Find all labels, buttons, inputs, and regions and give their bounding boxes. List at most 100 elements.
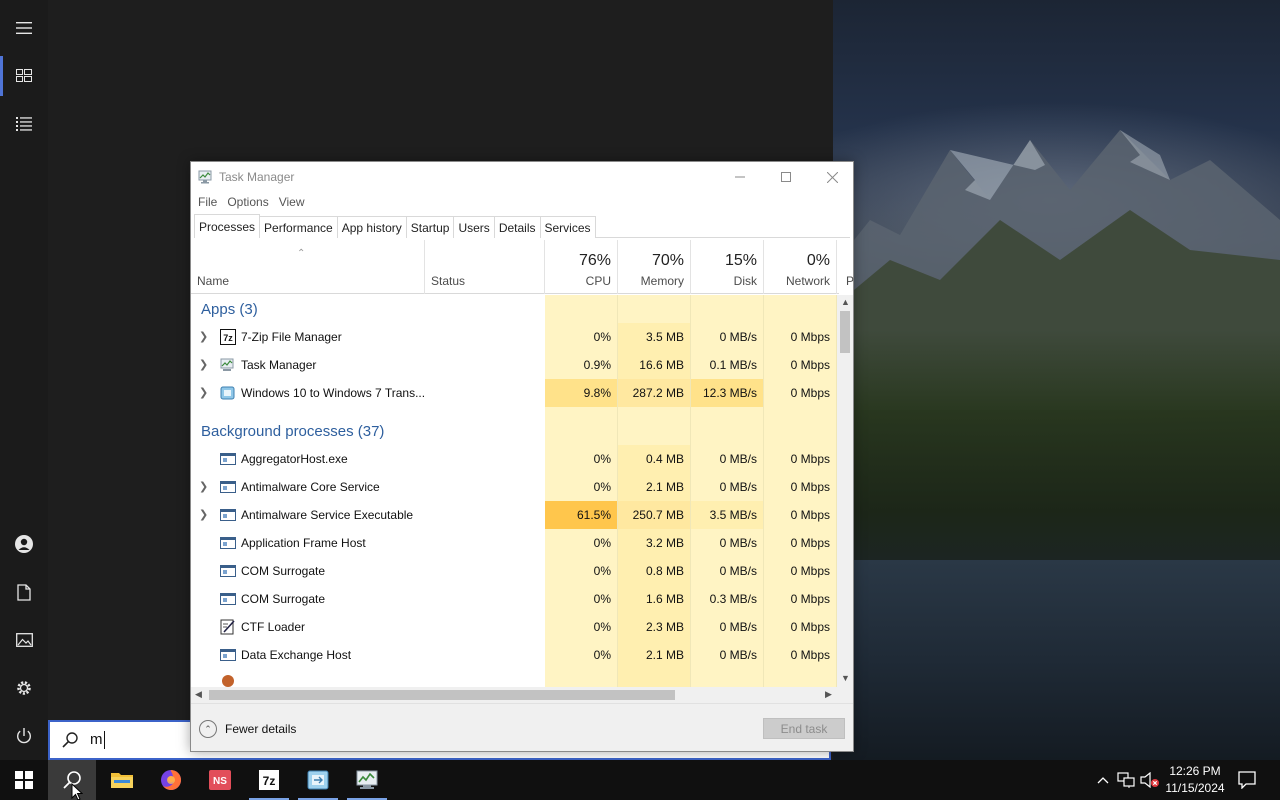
group-header-background[interactable]: Background processes (37) bbox=[191, 407, 837, 445]
scroll-right-icon[interactable]: ▶ bbox=[825, 689, 832, 700]
column-status-label: Status bbox=[431, 274, 466, 288]
end-task-button[interactable]: End task bbox=[763, 718, 845, 739]
close-button[interactable] bbox=[809, 162, 855, 192]
process-row[interactable]: Data Exchange Host 0% 2.1 MB 0 MB/s 0 Mb… bbox=[191, 641, 837, 669]
7zip-icon[interactable]: 7z bbox=[245, 760, 293, 800]
empty-cell bbox=[764, 295, 837, 323]
horizontal-scroll-thumb[interactable] bbox=[209, 690, 675, 700]
file-explorer-icon[interactable] bbox=[98, 760, 146, 800]
expand-chevron-icon[interactable]: ❯ bbox=[199, 386, 208, 399]
title-bar[interactable]: Task Manager bbox=[191, 162, 853, 192]
7zip-icon: 7z bbox=[220, 329, 236, 345]
notification-icon[interactable] bbox=[1237, 770, 1257, 790]
fewer-details-button[interactable]: ⌃ Fewer details bbox=[199, 720, 296, 738]
scrollbar-corner bbox=[837, 687, 853, 703]
process-row[interactable]: ❯ 7z 7-Zip File Manager 0% 3.5 MB 0 MB/s… bbox=[191, 323, 837, 351]
volume-muted-icon[interactable] bbox=[1140, 770, 1160, 790]
scroll-down-icon[interactable]: ▼ bbox=[841, 673, 850, 683]
ctf-loader-icon bbox=[220, 619, 235, 635]
column-cpu-label: CPU bbox=[585, 274, 611, 288]
lake bbox=[830, 560, 1280, 760]
process-row[interactable]: COM Surrogate 0% 1.6 MB 0.3 MB/s 0 Mbps bbox=[191, 585, 837, 613]
tab-users[interactable]: Users bbox=[453, 216, 495, 238]
process-row[interactable]: ❯ Task Manager 0.9% 16.6 MB 0.1 MB/s 0 M… bbox=[191, 351, 837, 379]
disk-cell: 0 MB/s bbox=[691, 445, 764, 473]
group-header-apps[interactable]: Apps (3) bbox=[191, 295, 837, 323]
menu-view[interactable]: View bbox=[279, 195, 311, 209]
tab-performance[interactable]: Performance bbox=[259, 216, 338, 238]
all-apps-list-icon[interactable] bbox=[0, 100, 48, 148]
menu-file[interactable]: File bbox=[198, 195, 223, 209]
power-icon[interactable] bbox=[0, 712, 48, 760]
tab-app-history[interactable]: App history bbox=[336, 216, 407, 238]
disk-cell: 3.5 MB/s bbox=[691, 501, 764, 529]
expand-chevron-icon[interactable]: ❯ bbox=[199, 330, 208, 343]
column-name-label: Name bbox=[197, 274, 230, 288]
gear-icon[interactable] bbox=[0, 664, 48, 712]
start-menu-rail bbox=[0, 0, 48, 760]
visual-studio-icon[interactable]: NS bbox=[196, 760, 244, 800]
svg-text:7z: 7z bbox=[263, 774, 276, 788]
document-icon[interactable] bbox=[0, 568, 48, 616]
column-network[interactable]: 0% Network bbox=[764, 240, 837, 294]
network-cell: 0 Mbps bbox=[764, 585, 837, 613]
expand-chevron-icon[interactable]: ❯ bbox=[199, 508, 208, 521]
forest bbox=[830, 330, 1280, 590]
tab-processes[interactable]: Processes bbox=[194, 214, 261, 238]
process-row[interactable]: COM Surrogate 0% 0.8 MB 0 MB/s 0 Mbps bbox=[191, 557, 837, 585]
vertical-scroll-thumb[interactable] bbox=[840, 311, 850, 353]
network-cell bbox=[764, 669, 837, 687]
process-row[interactable]: AggregatorHost.exe 0% 0.4 MB 0 MB/s 0 Mb… bbox=[191, 445, 837, 473]
start-icon[interactable] bbox=[0, 760, 48, 800]
user-icon[interactable] bbox=[0, 520, 48, 568]
vertical-scrollbar[interactable]: ▲ ▼ bbox=[837, 295, 853, 687]
scroll-up-icon[interactable]: ▲ bbox=[841, 297, 850, 307]
disk-total: 15% bbox=[724, 252, 757, 269]
search-input[interactable]: m bbox=[90, 731, 105, 749]
transfer-app-icon[interactable] bbox=[294, 760, 342, 800]
hamburger-icon[interactable] bbox=[0, 4, 48, 52]
maximize-button[interactable] bbox=[763, 162, 809, 192]
process-name: COM Surrogate bbox=[241, 564, 326, 578]
cpu-cell: 9.8% bbox=[545, 379, 618, 407]
minimize-button[interactable] bbox=[717, 162, 763, 192]
network-cell: 0 Mbps bbox=[764, 501, 837, 529]
process-row[interactable]: ❯ Antimalware Service Executable 61.5% 2… bbox=[191, 501, 837, 529]
task-manager-icon[interactable] bbox=[343, 760, 391, 800]
process-row-partial[interactable] bbox=[191, 669, 837, 687]
clock-date[interactable]: 11/15/2024 bbox=[1160, 781, 1230, 795]
memory-cell: 250.7 MB bbox=[618, 501, 691, 529]
process-row[interactable]: CTF Loader 0% 2.3 MB 0 MB/s 0 Mbps bbox=[191, 613, 837, 641]
cpu-cell bbox=[545, 669, 618, 687]
column-memory[interactable]: 70% Memory bbox=[618, 240, 691, 294]
disk-cell: 0 MB/s bbox=[691, 557, 764, 585]
network-cell: 0 Mbps bbox=[764, 641, 837, 669]
network-icon[interactable] bbox=[1116, 770, 1136, 790]
process-name: COM Surrogate bbox=[241, 592, 326, 606]
column-disk[interactable]: 15% Disk bbox=[691, 240, 764, 294]
empty-cell bbox=[618, 407, 691, 445]
tab-startup[interactable]: Startup bbox=[405, 216, 455, 238]
column-power-label[interactable]: P bbox=[846, 274, 854, 288]
column-status[interactable]: Status bbox=[425, 240, 545, 294]
expand-chevron-icon[interactable]: ❯ bbox=[199, 480, 208, 493]
column-disk-label: Disk bbox=[733, 274, 757, 288]
firefox-icon[interactable] bbox=[147, 760, 195, 800]
memory-total: 70% bbox=[651, 252, 684, 269]
tab-services[interactable]: Services bbox=[539, 216, 596, 238]
chevron-up-icon[interactable] bbox=[1093, 770, 1113, 790]
pictures-icon[interactable] bbox=[0, 616, 48, 664]
column-name[interactable]: ⌃ Name bbox=[191, 240, 425, 294]
scroll-left-icon[interactable]: ◀ bbox=[195, 689, 202, 700]
horizontal-scrollbar[interactable]: ◀ ▶ bbox=[191, 687, 837, 703]
menu-options[interactable]: Options bbox=[227, 195, 274, 209]
process-row[interactable]: ❯ Windows 10 to Windows 7 Trans... 9.8% … bbox=[191, 379, 837, 407]
tiles-icon[interactable] bbox=[0, 52, 48, 100]
process-window-icon bbox=[220, 593, 236, 605]
clock-time[interactable]: 12:26 PM bbox=[1160, 764, 1230, 778]
process-row[interactable]: Application Frame Host 0% 3.2 MB 0 MB/s … bbox=[191, 529, 837, 557]
expand-chevron-icon[interactable]: ❯ bbox=[199, 358, 208, 371]
process-row[interactable]: ❯ Antimalware Core Service 0% 2.1 MB 0 M… bbox=[191, 473, 837, 501]
column-cpu[interactable]: 76% CPU bbox=[545, 240, 618, 294]
tab-details[interactable]: Details bbox=[493, 216, 541, 238]
